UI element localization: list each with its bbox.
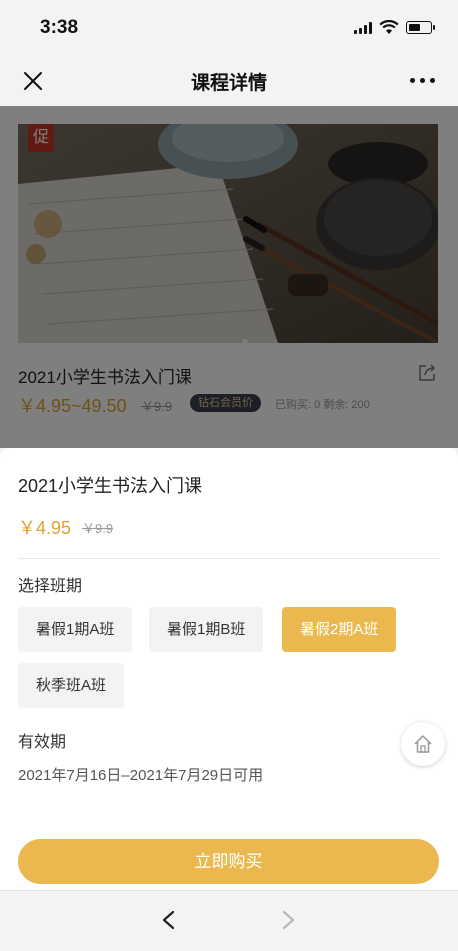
- page-title: 课程详情: [190, 73, 267, 94]
- browser-toolbar: [0, 890, 458, 951]
- home-button[interactable]: [401, 722, 445, 766]
- class-option-3[interactable]: 暑假2期A班: [282, 607, 397, 652]
- more-icon[interactable]: [410, 78, 436, 84]
- status-bar: 3:38: [0, 0, 458, 56]
- sheet-original-price: ￥9.9: [82, 521, 114, 536]
- class-option-4[interactable]: 秋季班A班: [18, 663, 125, 708]
- status-time: 3:38: [40, 17, 79, 38]
- sheet-price: ￥4.95: [18, 518, 72, 538]
- validity-value: 2021年7月16日–2021年7月29日可用: [18, 767, 264, 784]
- divider: [18, 558, 440, 559]
- class-option-2[interactable]: 暑假1期B班: [149, 607, 264, 652]
- battery-icon: [406, 21, 435, 34]
- wifi-icon: [379, 20, 399, 34]
- purchase-sheet: 2021小学生书法入门课 ￥4.95 ￥9.9 选择班期 暑假1期A班 暑假1期…: [0, 448, 458, 890]
- home-icon: [414, 735, 432, 753]
- class-section-label: 选择班期: [18, 578, 83, 595]
- buy-now-button[interactable]: 立即购买: [18, 839, 439, 884]
- class-option-1[interactable]: 暑假1期A班: [18, 607, 133, 652]
- modal-overlay[interactable]: [0, 106, 458, 448]
- forward-arrow-icon[interactable]: [277, 909, 299, 931]
- nav-bar: 课程详情: [0, 56, 458, 106]
- back-arrow-icon[interactable]: [158, 909, 180, 931]
- validity-label: 有效期: [18, 734, 67, 751]
- battery-level: [409, 24, 421, 31]
- signal-icon: [354, 22, 374, 34]
- sheet-course-title: 2021小学生书法入门课: [18, 476, 203, 496]
